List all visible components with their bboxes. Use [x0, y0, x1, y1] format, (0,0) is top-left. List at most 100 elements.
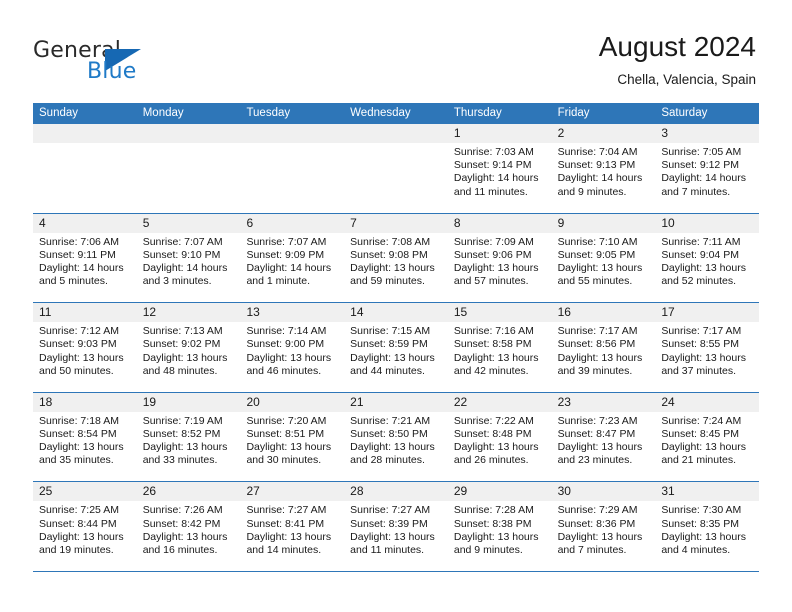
day-detail-line: Daylight: 13 hours	[246, 351, 332, 364]
calendar-day-cell[interactable]: 5 Sunrise: 7:07 AM Sunset: 9:10 PM Daylight…	[136, 213, 241, 303]
calendar-day-cell[interactable]: 12 Sunrise: 7:13 AM Sunset: 9:02 PM Dayligh…	[136, 303, 241, 392]
day-detail-line: Daylight: 13 hours	[557, 351, 643, 364]
weekday-header-monday: Monday	[142, 107, 184, 119]
day-detail-line: Sunrise: 7:16 AM	[453, 325, 534, 338]
calendar-day-cell[interactable]: 23 Sunrise: 7:23 AM Sunset: 8:47 PM Dayligh…	[551, 392, 656, 482]
day-detail-line: Daylight: 13 hours	[246, 441, 332, 454]
day-detail-line: and 46 minutes.	[246, 364, 322, 377]
calendar-day-empty	[240, 124, 345, 213]
day-number-band	[240, 124, 345, 143]
day-detail-lines: Sunrise: 7:05 AM Sunset: 9:12 PM Daylight:…	[655, 143, 759, 199]
day-detail-lines: Sunrise: 7:27 AM Sunset: 8:39 PM Daylight:…	[344, 501, 448, 557]
calendar-day-cell[interactable]: 8 Sunrise: 7:09 AM Sunset: 9:06 PM Daylight…	[447, 213, 552, 303]
day-detail-line: Sunrise: 7:21 AM	[350, 414, 431, 427]
day-detail-line: Sunrise: 7:10 AM	[557, 235, 638, 248]
calendar-day-cell[interactable]: 14 Sunrise: 7:15 AM Sunset: 8:59 PM Dayligh…	[344, 303, 448, 392]
day-detail-line: Sunset: 8:39 PM	[350, 517, 428, 530]
calendar-day-cell[interactable]: 11 Sunrise: 7:12 AM Sunset: 9:03 PM Dayligh…	[33, 303, 137, 392]
calendar-day-cell[interactable]: 28 Sunrise: 7:27 AM Sunset: 8:39 PM Dayligh…	[344, 482, 448, 571]
day-number: 16	[557, 305, 571, 320]
day-detail-line: Sunset: 9:14 PM	[453, 159, 532, 172]
calendar-day-cell[interactable]: 6 Sunrise: 7:07 AM Sunset: 9:09 PM Daylight…	[240, 213, 345, 303]
day-detail-line: Sunset: 9:02 PM	[142, 338, 221, 351]
calendar-day-cell[interactable]: 25 Sunrise: 7:25 AM Sunset: 8:44 PM Dayligh…	[33, 482, 137, 571]
day-number: 29	[453, 484, 468, 499]
day-detail-line: Daylight: 13 hours	[453, 530, 539, 543]
weekday-header-sunday: Sunday	[39, 107, 79, 119]
day-detail-line: and 19 minutes.	[39, 543, 114, 556]
calendar-day-cell[interactable]: 13 Sunrise: 7:14 AM Sunset: 9:00 PM Dayligh…	[240, 303, 345, 392]
page-title: August 2024	[598, 31, 756, 62]
day-number-band: 27	[240, 482, 345, 502]
day-detail-line: Sunrise: 7:23 AM	[557, 414, 638, 427]
calendar-day-cell[interactable]: 16 Sunrise: 7:17 AM Sunset: 8:56 PM Dayligh…	[551, 303, 656, 392]
day-detail-line: Daylight: 13 hours	[246, 530, 332, 543]
calendar-page: General Blue August 2024 Chella, Valenci…	[0, 0, 792, 612]
calendar-day-cell[interactable]: 17 Sunrise: 7:17 AM Sunset: 8:55 PM Dayligh…	[655, 303, 760, 392]
calendar-day-cell[interactable]: 20 Sunrise: 7:20 AM Sunset: 8:51 PM Dayligh…	[240, 392, 345, 482]
day-detail-line: and 37 minutes.	[661, 364, 737, 377]
calendar-day-cell[interactable]: 27 Sunrise: 7:27 AM Sunset: 8:41 PM Dayligh…	[240, 482, 345, 571]
brand-logo[interactable]: General Blue	[33, 38, 233, 88]
day-detail-line: Sunset: 9:12 PM	[661, 159, 739, 172]
day-detail-line: and 59 minutes.	[350, 275, 425, 288]
day-number-band	[344, 124, 448, 143]
day-number-band: 7	[344, 213, 448, 233]
day-detail-line: Sunset: 8:42 PM	[142, 517, 221, 530]
day-detail-line: Daylight: 14 hours	[453, 172, 539, 185]
day-detail-line: Sunset: 8:59 PM	[350, 338, 428, 351]
day-detail-line: and 57 minutes.	[453, 275, 529, 288]
day-detail-line: Sunrise: 7:27 AM	[246, 504, 327, 517]
calendar-day-cell[interactable]: 9 Sunrise: 7:10 AM Sunset: 9:05 PM Daylight…	[551, 213, 656, 303]
day-detail-line: and 42 minutes.	[453, 364, 529, 377]
calendar-day-cell[interactable]: 2 Sunrise: 7:04 AM Sunset: 9:13 PM Daylight…	[551, 124, 656, 213]
calendar-day-cell[interactable]: 4 Sunrise: 7:06 AM Sunset: 9:11 PM Daylight…	[33, 213, 137, 303]
calendar-day-cell[interactable]: 30 Sunrise: 7:29 AM Sunset: 8:36 PM Dayligh…	[551, 482, 656, 571]
calendar-week-row: 11 Sunrise: 7:12 AM Sunset: 9:03 PM Dayligh…	[33, 303, 760, 393]
day-detail-line: Sunrise: 7:18 AM	[39, 414, 119, 427]
day-detail-lines: Sunrise: 7:21 AM Sunset: 8:50 PM Daylight:…	[344, 412, 448, 468]
day-detail-lines: Sunrise: 7:04 AM Sunset: 9:13 PM Daylight:…	[552, 143, 656, 199]
day-number-band: 13	[240, 303, 345, 323]
day-detail-lines: Sunrise: 7:19 AM Sunset: 8:52 PM Daylight:…	[137, 412, 241, 468]
day-detail-line: Sunrise: 7:12 AM	[39, 325, 119, 338]
day-detail-lines: Sunrise: 7:06 AM Sunset: 9:11 PM Daylight:…	[33, 233, 137, 289]
calendar-day-cell[interactable]: 24 Sunrise: 7:24 AM Sunset: 8:45 PM Dayligh…	[655, 392, 760, 482]
day-number-band: 20	[240, 392, 345, 412]
calendar-day-cell[interactable]: 7 Sunrise: 7:08 AM Sunset: 9:08 PM Daylight…	[344, 213, 448, 303]
day-detail-line: Sunrise: 7:09 AM	[453, 235, 534, 248]
day-number-band: 21	[344, 392, 448, 412]
day-detail-line: Daylight: 13 hours	[661, 530, 746, 543]
day-detail-line: Sunrise: 7:26 AM	[142, 504, 223, 517]
calendar-day-cell[interactable]: 15 Sunrise: 7:16 AM Sunset: 8:58 PM Dayligh…	[447, 303, 552, 392]
calendar-grid: Sunday Monday Tuesday Wednesday Thursday Frid…	[33, 103, 760, 572]
calendar-day-cell[interactable]: 10 Sunrise: 7:11 AM Sunset: 9:04 PM Dayligh…	[655, 213, 760, 303]
day-detail-lines: Sunrise: 7:25 AM Sunset: 8:44 PM Daylight:…	[33, 501, 137, 557]
day-number: 22	[453, 394, 468, 409]
day-detail-line: Sunset: 9:04 PM	[661, 248, 739, 261]
day-detail-lines	[344, 143, 448, 146]
day-detail-line: Sunset: 8:35 PM	[661, 517, 739, 530]
calendar-day-cell[interactable]: 1 Sunrise: 7:03 AM Sunset: 9:14 PM Daylight…	[447, 124, 552, 213]
day-number-band: 23	[551, 392, 656, 412]
calendar-day-cell[interactable]: 31 Sunrise: 7:30 AM Sunset: 8:35 PM Dayligh…	[655, 482, 760, 571]
calendar-day-empty	[136, 124, 241, 213]
day-number: 31	[661, 484, 675, 499]
day-detail-line: Sunset: 8:52 PM	[142, 427, 221, 440]
weekday-header-row: Sunday Monday Tuesday Wednesday Thursday Frid…	[33, 103, 759, 124]
day-number-band	[136, 124, 241, 143]
calendar-day-cell[interactable]: 22 Sunrise: 7:22 AM Sunset: 8:48 PM Dayligh…	[447, 392, 552, 482]
day-detail-line: Sunrise: 7:07 AM	[142, 235, 223, 248]
day-detail-lines: Sunrise: 7:26 AM Sunset: 8:42 PM Daylight:…	[137, 501, 241, 557]
calendar-day-cell[interactable]: 29 Sunrise: 7:28 AM Sunset: 8:38 PM Dayligh…	[447, 482, 552, 571]
calendar-day-empty	[344, 124, 448, 213]
calendar-day-cell[interactable]: 18 Sunrise: 7:18 AM Sunset: 8:54 PM Dayligh…	[33, 392, 137, 482]
day-number: 25	[39, 484, 53, 499]
calendar-day-cell[interactable]: 19 Sunrise: 7:19 AM Sunset: 8:52 PM Dayligh…	[136, 392, 241, 482]
day-detail-line: Sunrise: 7:24 AM	[661, 414, 742, 427]
day-detail-line: Daylight: 13 hours	[142, 351, 228, 364]
calendar-day-cell[interactable]: 3 Sunrise: 7:05 AM Sunset: 9:12 PM Daylight…	[655, 124, 760, 213]
calendar-day-cell[interactable]: 21 Sunrise: 7:21 AM Sunset: 8:50 PM Dayligh…	[344, 392, 448, 482]
calendar-day-cell[interactable]: 26 Sunrise: 7:26 AM Sunset: 8:42 PM Dayligh…	[136, 482, 241, 571]
day-number-band: 9	[551, 213, 656, 233]
